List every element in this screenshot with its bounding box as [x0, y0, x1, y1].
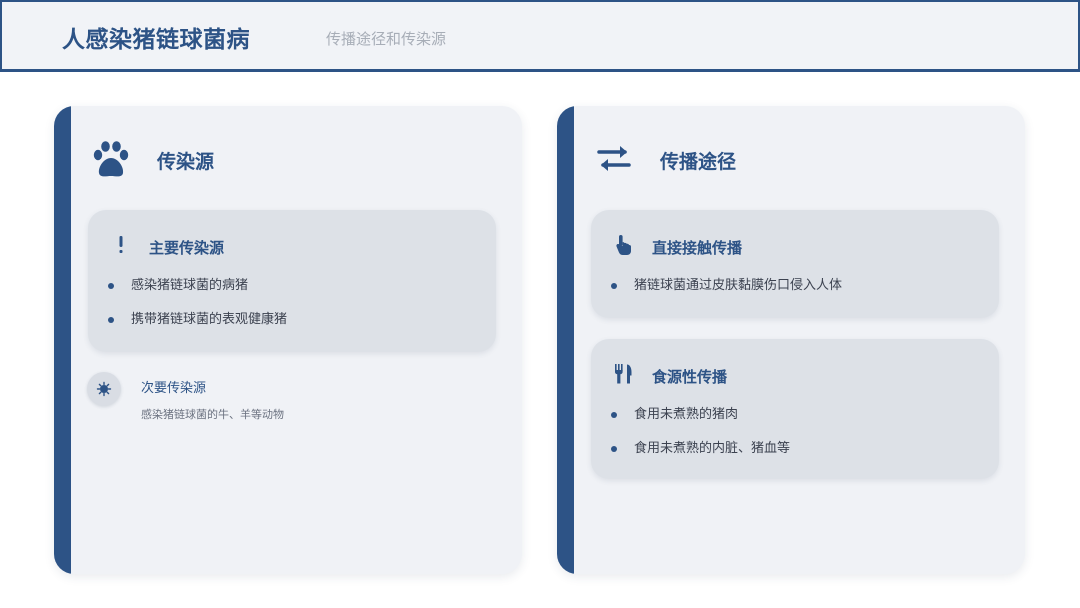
exclamation-icon [119, 236, 123, 253]
exchange-arrows-icon [597, 146, 631, 171]
secondary-source-title: 次要传染源 [141, 381, 207, 396]
bullet-dot [611, 412, 617, 418]
utensils-icon [615, 364, 632, 384]
list-item-text: 食用未煮熟的内脏、猪血等 [634, 441, 791, 456]
bullet-dot [108, 283, 114, 289]
bullet-dot [611, 446, 617, 452]
list-item-text: 携带猪链球菌的表观健康猪 [131, 312, 288, 327]
bullet-dot [611, 283, 617, 289]
card-title-direct-contact: 直接接触传播 [652, 239, 743, 257]
direct-contact-list: 猪链球菌通过皮肤黏膜伤口侵入人体 [611, 277, 842, 311]
list-item-text: 猪链球菌通过皮肤黏膜伤口侵入人体 [634, 278, 843, 293]
secondary-source-description: 感染猪链球菌的牛、羊等动物 [141, 408, 284, 421]
panel-title-transmission-route: 传播途径 [660, 151, 737, 173]
list-item-text: 感染猪链球菌的病猪 [131, 278, 249, 293]
page-title: 人感染猪链球菌病 [62, 26, 250, 53]
paw-icon [93, 141, 129, 177]
hand-pointer-icon [616, 235, 631, 255]
bullet-dot [108, 317, 114, 323]
virus-icon [96, 381, 112, 397]
transmission-route-panel: 传播途径 直接接触传播 猪链球菌通过皮肤黏膜伤口侵入人体 食源性传播 食用未煮熟… [557, 106, 1025, 574]
header-bar: 人感染猪链球菌病 传播途径和传染源 [0, 0, 1080, 72]
card-title-foodborne: 食源性传播 [652, 368, 728, 386]
panel-title-infection-source: 传染源 [157, 151, 215, 173]
list-item: 感染猪链球菌的病猪 [108, 277, 287, 311]
panel-accent-bar [54, 106, 71, 574]
primary-source-card: 主要传染源 感染猪链球菌的病猪 携带猪链球菌的表观健康猪 [88, 210, 496, 352]
card-title-primary-source: 主要传染源 [149, 239, 225, 257]
panel-accent-bar [557, 106, 574, 574]
list-item: 食用未煮熟的内脏、猪血等 [611, 440, 790, 474]
foodborne-card: 食源性传播 食用未煮熟的猪肉 食用未煮熟的内脏、猪血等 [591, 339, 999, 479]
page-subtitle: 传播途径和传染源 [326, 30, 447, 48]
secondary-source-badge [87, 372, 121, 406]
list-item-text: 食用未煮熟的猪肉 [634, 407, 739, 422]
list-item: 猪链球菌通过皮肤黏膜伤口侵入人体 [611, 277, 842, 311]
direct-contact-card: 直接接触传播 猪链球菌通过皮肤黏膜伤口侵入人体 [591, 210, 999, 318]
infection-source-panel: 传染源 主要传染源 感染猪链球菌的病猪 携带猪链球菌的表观健康猪 次要传染源 感… [54, 106, 522, 574]
list-item: 携带猪链球菌的表观健康猪 [108, 311, 287, 345]
foodborne-list: 食用未煮熟的猪肉 食用未煮熟的内脏、猪血等 [611, 406, 790, 474]
list-item: 食用未煮熟的猪肉 [611, 406, 790, 440]
primary-source-list: 感染猪链球菌的病猪 携带猪链球菌的表观健康猪 [108, 277, 287, 345]
